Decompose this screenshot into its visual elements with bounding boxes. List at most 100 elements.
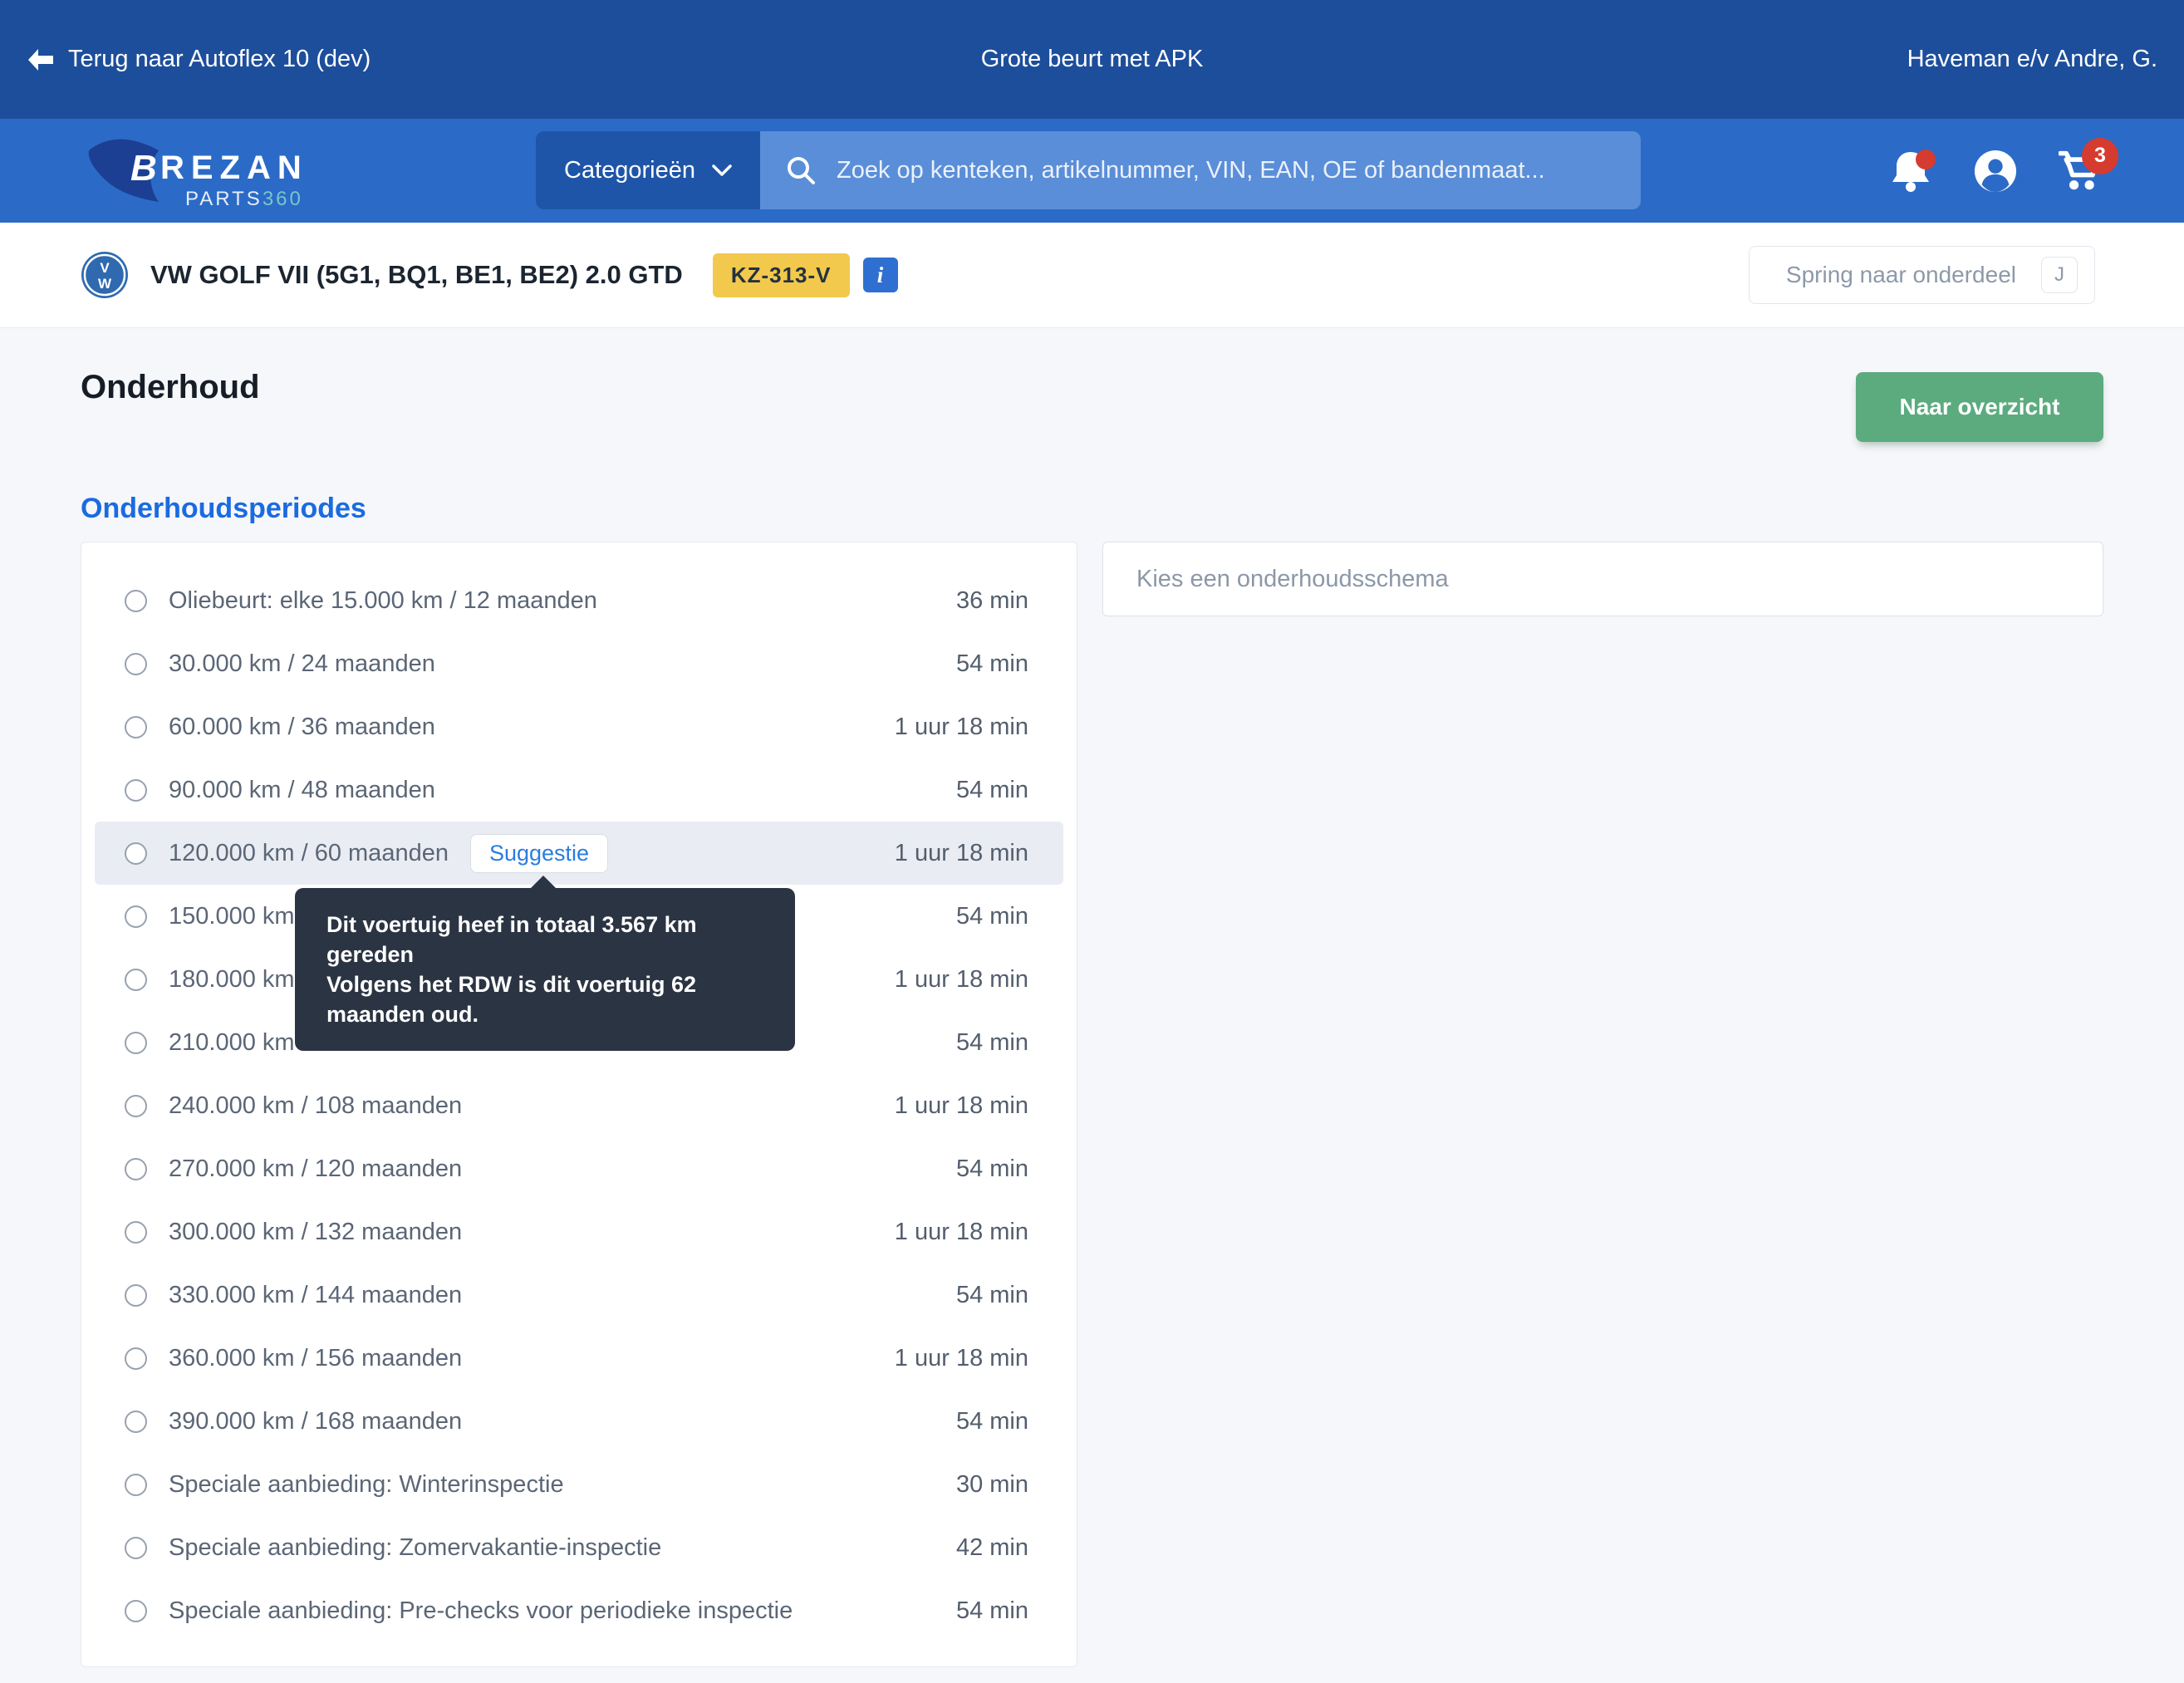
period-radio[interactable] [125, 716, 147, 738]
period-label: Speciale aanbieding: Winterinspectie [169, 1471, 564, 1499]
period-row[interactable]: Oliebeurt: elke 15.000 km / 12 maanden 3… [95, 569, 1063, 632]
period-duration: 54 min [956, 1597, 1028, 1625]
period-label: 90.000 km / 48 maanden [169, 777, 435, 804]
search-icon [785, 155, 817, 186]
period-duration: 54 min [956, 903, 1028, 930]
period-radio[interactable] [125, 969, 147, 991]
main-content: Onderhoud Naar overzicht Onderhoudsperio… [0, 328, 2184, 1667]
vehicle-title: VW GOLF VII (5G1, BQ1, BE1, BE2) 2.0 GTD [150, 260, 683, 290]
content-row: Oliebeurt: elke 15.000 km / 12 maanden 3… [81, 542, 2103, 1667]
period-label: 330.000 km / 144 maanden [169, 1282, 462, 1309]
search-box [760, 131, 1641, 209]
period-row[interactable]: 270.000 km / 120 maanden 54 min [95, 1137, 1063, 1200]
notifications-button[interactable] [1889, 148, 1932, 194]
customer-name[interactable]: Haveman e/v Andre, G. [1203, 46, 2157, 73]
period-row[interactable]: 300.000 km / 132 maanden 1 uur 18 min [95, 1200, 1063, 1263]
svg-text:PARTS360: PARTS360 [185, 188, 303, 210]
suggestion-tooltip: Dit voertuig heef in totaal 3.567 km ger… [295, 888, 795, 1051]
period-radio[interactable] [125, 1600, 147, 1622]
period-row[interactable]: 60.000 km / 36 maanden 1 uur 18 min [95, 695, 1063, 758]
maintenance-schema-select[interactable]: Kies een onderhoudsschema [1102, 542, 2103, 616]
period-duration: 1 uur 18 min [895, 1345, 1028, 1372]
search-group: Categorieën [536, 131, 1641, 209]
period-radio[interactable] [125, 590, 147, 612]
navbar: B REZAN PARTS360 Categorieën [0, 119, 2184, 223]
back-label: Terug naar Autoflex 10 (dev) [68, 46, 371, 73]
period-duration: 1 uur 18 min [895, 1219, 1028, 1246]
period-row[interactable]: 30.000 km / 24 maanden 54 min [95, 632, 1063, 695]
shortcut-key-badge: J [2041, 257, 2078, 293]
period-label: 120.000 km / 60 maanden [169, 840, 449, 867]
section-title: Onderhoudsperiodes [81, 493, 2103, 525]
period-radio[interactable] [125, 1537, 147, 1559]
period-duration: 42 min [956, 1534, 1028, 1562]
period-duration: 1 uur 18 min [895, 840, 1028, 867]
period-radio[interactable] [125, 842, 147, 865]
period-duration: 1 uur 18 min [895, 966, 1028, 994]
period-row[interactable]: 330.000 km / 144 maanden 54 min [95, 1263, 1063, 1327]
license-plate-badge: KZ-313-V [713, 253, 850, 297]
period-duration: 54 min [956, 1282, 1028, 1309]
period-label: 60.000 km / 36 maanden [169, 714, 435, 741]
period-duration: 1 uur 18 min [895, 1092, 1028, 1120]
period-duration: 54 min [956, 777, 1028, 804]
period-duration: 54 min [956, 650, 1028, 678]
jump-to-part-button[interactable]: Spring naar onderdeel J [1749, 246, 2095, 304]
period-radio[interactable] [125, 1411, 147, 1433]
search-input[interactable] [837, 157, 1616, 184]
svg-text:W: W [98, 276, 112, 292]
period-radio[interactable] [125, 1474, 147, 1496]
svg-text:V: V [100, 260, 110, 276]
period-row[interactable]: 390.000 km / 168 maanden 54 min [95, 1390, 1063, 1453]
order-title: Grote beurt met APK [981, 46, 1204, 73]
period-label: Speciale aanbieding: Zomervakantie-inspe… [169, 1534, 661, 1562]
period-radio[interactable] [125, 1347, 147, 1370]
vehicle-info-button[interactable]: i [863, 258, 898, 292]
period-radio[interactable] [125, 1095, 147, 1117]
period-label: Oliebeurt: elke 15.000 km / 12 maanden [169, 587, 597, 615]
period-row[interactable]: Speciale aanbieding: Winterinspectie 30 … [95, 1453, 1063, 1516]
overview-button[interactable]: Naar overzicht [1856, 372, 2103, 442]
period-radio[interactable] [125, 653, 147, 675]
period-label: 270.000 km / 120 maanden [169, 1156, 462, 1183]
brezan-logo[interactable]: B REZAN PARTS360 [79, 125, 320, 217]
period-label: 390.000 km / 168 maanden [169, 1408, 462, 1435]
vw-logo-icon: V W [81, 251, 129, 299]
period-radio[interactable] [125, 905, 147, 928]
period-duration: 54 min [956, 1156, 1028, 1183]
period-radio[interactable] [125, 1284, 147, 1307]
categories-button[interactable]: Categorieën [536, 131, 760, 209]
period-duration: 36 min [956, 587, 1028, 615]
cart-count-badge: 3 [2082, 138, 2118, 174]
period-label: 360.000 km / 156 maanden [169, 1345, 462, 1372]
categories-label: Categorieën [564, 157, 695, 184]
period-label: 300.000 km / 132 maanden [169, 1219, 462, 1246]
period-label: 240.000 km / 108 maanden [169, 1092, 462, 1120]
vehicle-bar: V W VW GOLF VII (5G1, BQ1, BE1, BE2) 2.0… [0, 223, 2184, 328]
period-radio[interactable] [125, 1221, 147, 1244]
period-row[interactable]: 360.000 km / 156 maanden 1 uur 18 min [95, 1327, 1063, 1390]
page-title: Onderhoud [81, 370, 2103, 405]
cart-button[interactable]: 3 [2059, 148, 2102, 194]
tooltip-line-1: Dit voertuig heef in totaal 3.567 km ger… [326, 910, 763, 969]
period-label: Speciale aanbieding: Pre-checks voor per… [169, 1597, 793, 1625]
schema-placeholder: Kies een onderhoudsschema [1136, 566, 1449, 593]
suggestion-badge-wrap[interactable]: Suggestie [470, 834, 608, 873]
period-row[interactable]: Speciale aanbieding: Pre-checks voor per… [95, 1579, 1063, 1642]
account-button[interactable] [1974, 148, 2017, 194]
user-icon [1974, 149, 2017, 194]
back-link[interactable]: Terug naar Autoflex 10 (dev) [27, 46, 981, 73]
period-row[interactable]: 240.000 km / 108 maanden 1 uur 18 min [95, 1074, 1063, 1137]
maintenance-periods-card: Oliebeurt: elke 15.000 km / 12 maanden 3… [81, 542, 1077, 1667]
period-radio[interactable] [125, 779, 147, 802]
jump-to-part-label: Spring naar onderdeel [1786, 262, 2016, 288]
period-duration: 54 min [956, 1408, 1028, 1435]
period-row[interactable]: 90.000 km / 48 maanden 54 min [95, 758, 1063, 822]
period-radio[interactable] [125, 1032, 147, 1054]
topbar: Terug naar Autoflex 10 (dev) Grote beurt… [0, 0, 2184, 119]
period-row[interactable]: 120.000 km / 60 maanden Suggestie 1 uur … [95, 822, 1063, 885]
period-radio[interactable] [125, 1158, 147, 1180]
chevron-down-icon [712, 164, 732, 177]
period-row[interactable]: Speciale aanbieding: Zomervakantie-inspe… [95, 1516, 1063, 1579]
period-duration: 54 min [956, 1029, 1028, 1057]
